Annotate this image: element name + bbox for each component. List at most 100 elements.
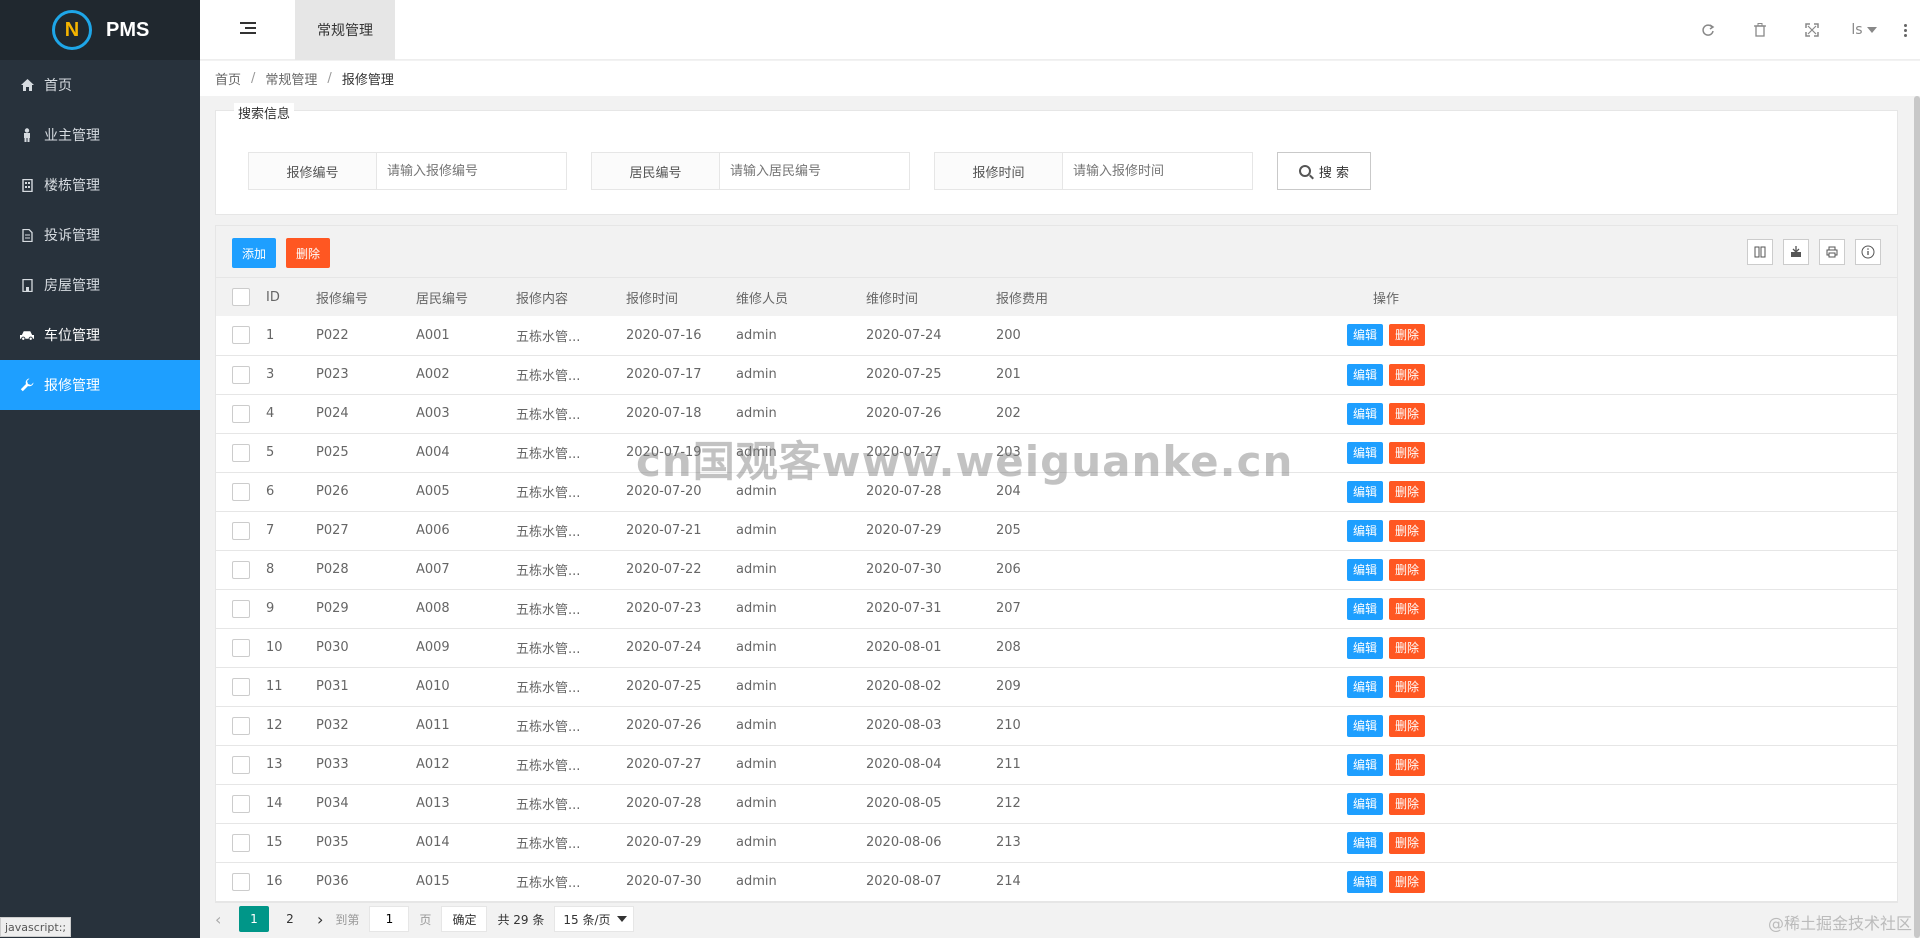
- delete-button[interactable]: 删除: [1389, 441, 1426, 464]
- page-2[interactable]: 2: [275, 906, 305, 932]
- delete-button[interactable]: 删除: [1389, 597, 1426, 620]
- watermark: cn国观客www.weiguanke.cn: [636, 437, 1294, 486]
- app-logo[interactable]: N PMS: [0, 0, 200, 60]
- edit-button[interactable]: 编辑: [1346, 597, 1383, 620]
- row-checkbox[interactable]: [232, 716, 250, 735]
- sidebar-item-2[interactable]: 楼栋管理: [0, 160, 200, 210]
- cell-fee: 208: [996, 640, 1021, 655]
- edit-button[interactable]: 编辑: [1346, 402, 1383, 425]
- row-checkbox[interactable]: [232, 794, 250, 813]
- cell-id: 6: [266, 484, 275, 499]
- edit-button[interactable]: 编辑: [1346, 636, 1383, 659]
- cell-resident-no: A007: [416, 562, 450, 577]
- prev-page-icon[interactable]: ‹: [215, 910, 229, 929]
- cell-id: 13: [266, 757, 283, 772]
- next-page-icon[interactable]: ›: [317, 910, 323, 929]
- delete-button[interactable]: 删除: [1389, 363, 1426, 386]
- delete-button[interactable]: 删除: [1389, 558, 1426, 581]
- delete-button[interactable]: 删除: [1389, 636, 1426, 659]
- cell-repair-no: P031: [316, 679, 349, 694]
- edit-button[interactable]: 编辑: [1346, 558, 1383, 581]
- delete-button[interactable]: 删除: [1389, 675, 1426, 698]
- sidebar-item-6[interactable]: 报修管理: [0, 360, 200, 410]
- goto-confirm-button[interactable]: 确定: [441, 906, 488, 932]
- cell-id: 10: [266, 640, 283, 655]
- edit-button[interactable]: 编辑: [1346, 753, 1383, 776]
- sidebar-item-3[interactable]: 投诉管理: [0, 210, 200, 260]
- cell-id: 4: [266, 406, 275, 421]
- row-checkbox[interactable]: [232, 599, 250, 618]
- goto-page-input[interactable]: [369, 906, 410, 932]
- sidebar-item-0[interactable]: 首页: [0, 60, 200, 110]
- scrollbar[interactable]: [1914, 96, 1920, 938]
- delete-button[interactable]: 删除: [1389, 324, 1426, 347]
- header-tab[interactable]: 常规管理: [295, 0, 395, 60]
- cell-fix-time: 2020-07-29: [866, 523, 942, 538]
- sidebar-item-1[interactable]: 业主管理: [0, 110, 200, 160]
- more-icon[interactable]: [1890, 0, 1920, 60]
- edit-button[interactable]: 编辑: [1346, 675, 1383, 698]
- cell-fee: 207: [996, 601, 1021, 616]
- row-checkbox[interactable]: [232, 365, 250, 384]
- edit-button[interactable]: 编辑: [1346, 714, 1383, 737]
- sidebar-item-label: 报修管理: [44, 378, 100, 394]
- cell-repair-no: P030: [316, 640, 349, 655]
- menu-fold-icon[interactable]: [240, 22, 256, 36]
- delete-button[interactable]: 删除: [1389, 714, 1426, 737]
- print-icon[interactable]: [1819, 239, 1845, 265]
- edit-button[interactable]: 编辑: [1346, 441, 1383, 464]
- edit-button[interactable]: 编辑: [1346, 480, 1383, 503]
- row-checkbox[interactable]: [232, 872, 250, 891]
- select-all-checkbox[interactable]: [232, 288, 250, 306]
- edit-button[interactable]: 编辑: [1346, 831, 1383, 854]
- search-button[interactable]: 搜 索: [1277, 152, 1371, 190]
- batch-delete-button[interactable]: 删除: [286, 238, 331, 268]
- sidebar-item-4[interactable]: 房屋管理: [0, 260, 200, 310]
- repair-no-input[interactable]: [377, 153, 566, 189]
- table-row: 10 P030 A009 五栋水管... 2020-07-24 admin 2020-08-…: [216, 628, 1897, 667]
- row-checkbox[interactable]: [232, 443, 250, 462]
- sidebar-item-5[interactable]: 车位管理: [0, 310, 200, 360]
- cell-worker: admin: [736, 679, 777, 694]
- row-checkbox[interactable]: [232, 326, 250, 345]
- refresh-icon[interactable]: [1682, 0, 1734, 60]
- row-checkbox[interactable]: [232, 560, 250, 579]
- resident-no-input[interactable]: [720, 153, 909, 189]
- delete-button[interactable]: 删除: [1389, 519, 1426, 542]
- delete-button[interactable]: 删除: [1389, 480, 1426, 503]
- edit-button[interactable]: 编辑: [1346, 792, 1383, 815]
- user-menu[interactable]: ls: [1838, 22, 1890, 38]
- row-checkbox[interactable]: [232, 482, 250, 501]
- edit-button[interactable]: 编辑: [1346, 363, 1383, 386]
- row-checkbox[interactable]: [232, 833, 250, 852]
- page-1[interactable]: 1: [239, 906, 269, 932]
- export-icon[interactable]: [1783, 239, 1809, 265]
- fullscreen-icon[interactable]: [1786, 0, 1838, 60]
- per-page-select[interactable]: 15 条/页: [554, 906, 634, 932]
- row-checkbox[interactable]: [232, 677, 250, 696]
- trash-icon[interactable]: [1734, 0, 1786, 60]
- edit-button[interactable]: 编辑: [1346, 519, 1383, 542]
- delete-button[interactable]: 删除: [1389, 792, 1426, 815]
- row-checkbox[interactable]: [232, 638, 250, 657]
- breadcrumb: 首页 / 常规管理 / 报修管理: [200, 61, 1920, 96]
- cell-content: 五栋水管...: [516, 369, 581, 384]
- row-checkbox[interactable]: [232, 404, 250, 423]
- info-icon[interactable]: [1855, 239, 1881, 265]
- cell-worker: admin: [736, 718, 777, 733]
- row-checkbox[interactable]: [232, 755, 250, 774]
- delete-button[interactable]: 删除: [1389, 753, 1426, 776]
- breadcrumb-home[interactable]: 首页: [215, 69, 241, 88]
- edit-button[interactable]: 编辑: [1346, 870, 1383, 893]
- delete-button[interactable]: 删除: [1389, 870, 1426, 893]
- repair-time-input[interactable]: [1063, 153, 1252, 189]
- columns-filter-icon[interactable]: [1747, 239, 1773, 265]
- scrollbar-thumb[interactable]: [1914, 96, 1920, 938]
- logo-letter: N: [64, 18, 80, 41]
- delete-button[interactable]: 删除: [1389, 402, 1426, 425]
- row-checkbox[interactable]: [232, 521, 250, 540]
- breadcrumb-section[interactable]: 常规管理: [265, 69, 317, 88]
- edit-button[interactable]: 编辑: [1346, 324, 1383, 347]
- delete-button[interactable]: 删除: [1389, 831, 1426, 854]
- add-button[interactable]: 添加: [232, 238, 277, 268]
